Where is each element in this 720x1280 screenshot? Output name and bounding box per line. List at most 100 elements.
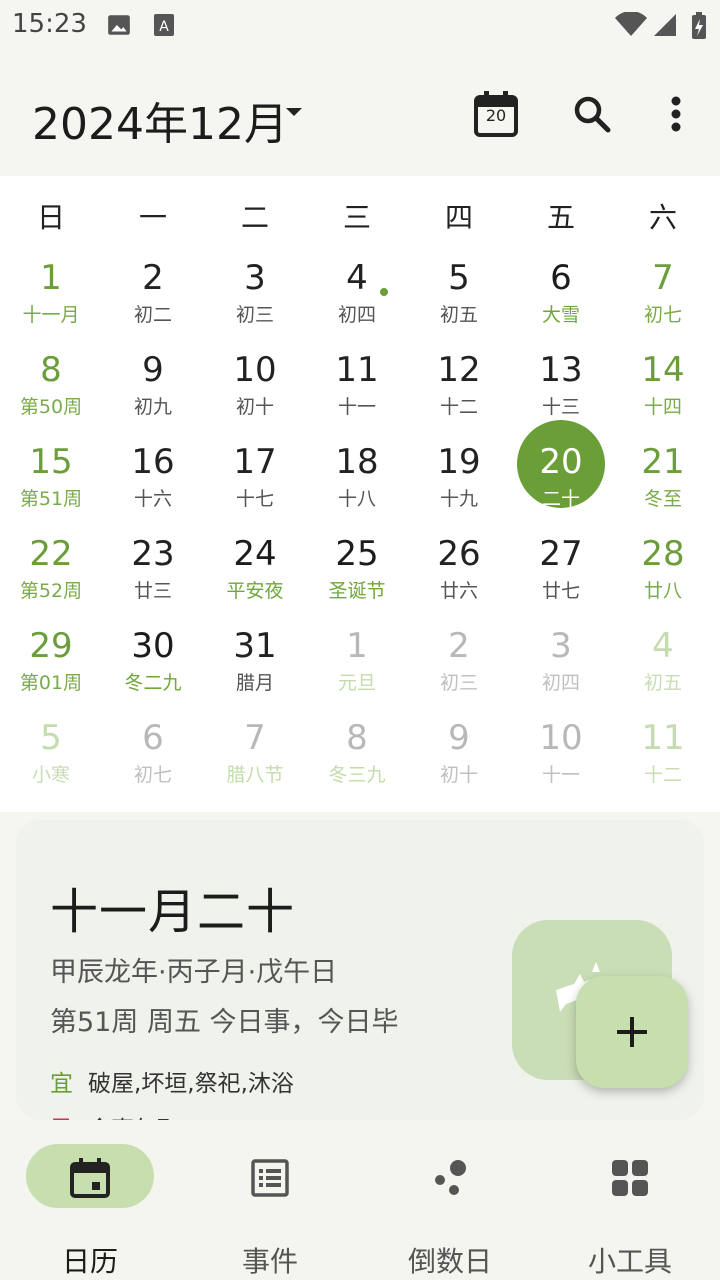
nav-events[interactable]: 事件 — [180, 1144, 360, 1278]
search-button[interactable] — [560, 82, 624, 146]
weekday-label: 三 — [342, 201, 371, 234]
day-number: 5 — [40, 718, 62, 758]
day-cell[interactable]: 22 第52周 — [0, 534, 102, 626]
day-number: 29 — [29, 626, 73, 666]
day-cell[interactable]: 3 初三 — [204, 258, 306, 350]
day-cell[interactable]: 9 初十 — [408, 718, 510, 810]
day-cell[interactable]: 6 大雪 — [510, 258, 612, 350]
day-lunar-label: 廿八 — [643, 580, 682, 602]
month-title[interactable]: 2024年12月 — [32, 88, 288, 152]
day-lunar-label: 廿六 — [439, 580, 478, 602]
day-number: 13 — [539, 350, 583, 390]
day-cell[interactable]: 28 廿八 — [612, 534, 714, 626]
day-cell[interactable]: 18 十八 — [306, 442, 408, 534]
day-number: 11 — [641, 718, 685, 758]
day-cell[interactable]: 15 第51周 — [0, 442, 102, 534]
day-cell[interactable]: 25 圣诞节 — [306, 534, 408, 626]
day-cell[interactable]: 16 十六 — [102, 442, 204, 534]
day-number: 1 — [40, 258, 62, 298]
day-lunar-label: 初九 — [133, 396, 172, 418]
day-cell[interactable]: 1 元旦 — [306, 626, 408, 718]
day-cell[interactable]: 14 十四 — [612, 350, 714, 442]
day-number: 20 — [539, 442, 583, 482]
day-number: 17 — [233, 442, 277, 482]
day-number: 7 — [244, 718, 266, 758]
day-lunar-label: 元旦 — [337, 672, 376, 694]
day-cell[interactable]: 17 十七 — [204, 442, 306, 534]
weekday-label: 四 — [444, 201, 473, 234]
weekday-header: 日 一 二 三 四 五 六 — [0, 196, 720, 240]
weekday-label: 一 — [138, 201, 167, 234]
day-cell[interactable]: 10 十一 — [510, 718, 612, 810]
day-cell[interactable]: 7 腊八节 — [204, 718, 306, 810]
day-cell[interactable]: 12 十二 — [408, 350, 510, 442]
day-cell[interactable]: 23 廿三 — [102, 534, 204, 626]
lunar-date: 十一月二十 — [50, 884, 296, 940]
day-lunar-label: 初二 — [133, 304, 172, 326]
day-cell[interactable]: 29 第01周 — [0, 626, 102, 718]
day-cell[interactable]: 5 初五 — [408, 258, 510, 350]
day-lunar-label: 小寒 — [31, 764, 70, 786]
day-cell[interactable]: 9 初九 — [102, 350, 204, 442]
day-cell[interactable]: 11 十一 — [306, 350, 408, 442]
day-lunar-label: 十八 — [337, 488, 376, 510]
day-number: 11 — [335, 350, 379, 390]
day-number: 10 — [539, 718, 583, 758]
list-icon — [251, 1159, 289, 1197]
day-cell[interactable]: 5 小寒 — [0, 718, 102, 810]
day-lunar-label: 初七 — [643, 304, 682, 326]
day-cell[interactable]: 2 初二 — [102, 258, 204, 350]
nav-countdown[interactable]: 倒数日 — [360, 1144, 540, 1278]
day-cell[interactable]: 8 第50周 — [0, 350, 102, 442]
day-cell[interactable]: 21 冬至 — [612, 442, 714, 534]
day-cell[interactable]: 3 初四 — [510, 626, 612, 718]
week-info: 第51周 周五 今日事，今日毕 — [50, 1007, 399, 1038]
yi-label: 宜 — [50, 1071, 73, 1097]
day-cell[interactable]: 10 初十 — [204, 350, 306, 442]
day-cell[interactable]: 27 廿七 — [510, 534, 612, 626]
day-lunar-label: 腊八节 — [226, 764, 284, 786]
dropdown-arrow-icon[interactable] — [284, 103, 304, 122]
day-cell[interactable]: 4 初四 — [306, 258, 408, 350]
day-number: 16 — [131, 442, 175, 482]
day-number: 2 — [448, 626, 470, 666]
day-number: 26 — [437, 534, 481, 574]
day-cell[interactable]: 11 十二 — [612, 718, 714, 810]
day-lunar-label: 第01周 — [19, 672, 83, 694]
nav-widgets[interactable]: 小工具 — [540, 1144, 720, 1278]
day-number: 4 — [346, 258, 368, 298]
day-number: 15 — [29, 442, 73, 482]
day-lunar-label: 初三 — [439, 672, 478, 694]
nav-label: 倒数日 — [407, 1245, 492, 1278]
day-lunar-label: 十二 — [643, 764, 682, 786]
font-icon: A — [152, 12, 176, 42]
day-cell[interactable]: 20 二十 — [510, 420, 612, 534]
day-cell[interactable]: 4 初五 — [612, 626, 714, 718]
day-cell[interactable]: 30 冬二九 — [102, 626, 204, 718]
add-event-button[interactable] — [576, 976, 688, 1088]
day-cell[interactable]: 26 廿六 — [408, 534, 510, 626]
day-lunar-label: 平安夜 — [226, 580, 284, 602]
day-number: 4 — [652, 626, 674, 666]
day-cell[interactable]: 6 初七 — [102, 718, 204, 810]
signal-icon — [652, 12, 678, 42]
day-cell[interactable]: 31 腊月 — [204, 626, 306, 718]
day-cell[interactable]: 1 十一月 — [0, 258, 102, 350]
day-number: 19 — [437, 442, 481, 482]
day-lunar-label: 十六 — [133, 488, 172, 510]
day-cell[interactable]: 19 十九 — [408, 442, 510, 534]
day-cell[interactable]: 2 初三 — [408, 626, 510, 718]
day-number: 3 — [244, 258, 266, 298]
day-cell[interactable]: 24 平安夜 — [204, 534, 306, 626]
more-options-button[interactable] — [644, 82, 708, 146]
day-cell[interactable]: 8 冬三九 — [306, 718, 408, 810]
day-lunar-label: 廿七 — [541, 580, 580, 602]
nav-calendar[interactable]: 日历 — [0, 1144, 180, 1278]
nav-label: 事件 — [241, 1245, 298, 1278]
day-lunar-label: 第51周 — [19, 488, 83, 510]
day-cell[interactable]: 7 初七 — [612, 258, 714, 350]
day-lunar-label: 十一 — [541, 764, 580, 786]
dots-icon — [435, 1160, 466, 1195]
day-number: 30 — [131, 626, 175, 666]
more-vert-icon — [671, 96, 681, 132]
